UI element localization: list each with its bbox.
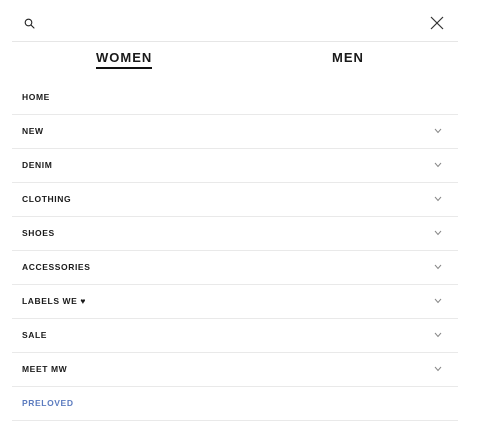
menu-item-home[interactable]: HOME — [12, 81, 458, 115]
chevron-down-icon — [434, 230, 442, 236]
menu-item-preloved[interactable]: PRELOVED — [12, 387, 458, 421]
tab-men[interactable]: MEN — [332, 50, 364, 67]
menu-item-sale[interactable]: SALE — [12, 319, 458, 353]
menu-item-label: ACCESSORIES — [22, 262, 91, 272]
chevron-down-icon — [434, 162, 442, 168]
menu-item-new[interactable]: NEW — [12, 115, 458, 149]
menu-item-shoes[interactable]: SHOES — [12, 217, 458, 251]
menu-item-clothing[interactable]: CLOTHING — [12, 183, 458, 217]
menu-item-label: MEET MW — [22, 364, 68, 374]
menu-item-label: PRELOVED — [22, 398, 74, 408]
chevron-down-icon — [434, 298, 442, 304]
tab-women[interactable]: WOMEN — [96, 50, 153, 69]
chevron-down-icon — [434, 332, 442, 338]
chevron-down-icon — [434, 128, 442, 134]
chevron-down-icon — [434, 264, 442, 270]
menu-item-label: SALE — [22, 330, 48, 340]
menu-item-denim[interactable]: DENIM — [12, 149, 458, 183]
menu-item-label: LABELS WE ♥ — [22, 296, 87, 306]
navigation-drawer: WOMEN MEN HOME NEW DENIM CLOTHING SHOES … — [0, 0, 480, 421]
chevron-down-icon — [434, 196, 442, 202]
search-icon[interactable] — [24, 18, 35, 29]
menu-item-label: NEW — [22, 126, 44, 136]
menu-item-meet-mw[interactable]: MEET MW — [12, 353, 458, 387]
menu-item-labels-we-love[interactable]: LABELS WE ♥ — [12, 285, 458, 319]
menu-item-label: SHOES — [22, 228, 55, 238]
search-bar[interactable] — [12, 7, 458, 42]
menu-item-label: DENIM — [22, 160, 53, 170]
menu-item-label: HOME — [22, 92, 50, 102]
close-icon[interactable] — [430, 16, 444, 30]
gender-tabs: WOMEN MEN — [12, 44, 458, 76]
menu-item-label: CLOTHING — [22, 194, 72, 204]
category-menu: HOME NEW DENIM CLOTHING SHOES ACCESSORIE… — [12, 81, 458, 421]
chevron-down-icon — [434, 366, 442, 372]
menu-item-accessories[interactable]: ACCESSORIES — [12, 251, 458, 285]
